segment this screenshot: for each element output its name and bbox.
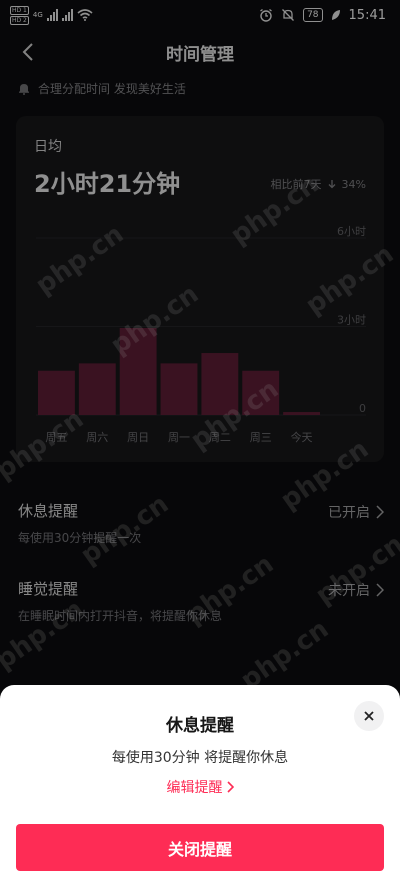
y-tick-label: 3小时 <box>337 314 366 327</box>
sheet-title: 休息提醒 <box>166 716 234 736</box>
network-type: 4G <box>32 11 43 19</box>
x-tick-label: 周三 <box>250 431 272 444</box>
status-bar: HD 1 HD 2 4G 78 15:41 <box>0 0 400 30</box>
y-tick-label: 0 <box>359 402 366 415</box>
mute-bell-icon <box>282 9 295 21</box>
signal-icon-2 <box>61 9 73 21</box>
nav-bar: 时间管理 <box>0 30 400 74</box>
leaf-icon <box>331 10 340 20</box>
hd-indicator: HD 1 HD 2 <box>10 5 29 25</box>
x-tick-label: 周日 <box>127 431 149 444</box>
chevron-left-icon <box>22 43 33 61</box>
clock: 15:41 <box>348 7 386 23</box>
page-title: 时间管理 <box>166 44 234 65</box>
x-tick-label: 周五 <box>45 431 67 444</box>
rest-reminder-status: 已开启 <box>328 502 384 522</box>
tip-line: 合理分配时间 发现美好生活 <box>18 80 186 97</box>
sleep-reminder-status-text: 未开启 <box>328 583 370 599</box>
chart-bar <box>201 353 239 415</box>
rest-reminder-subtitle: 每使用30分钟提醒一次 <box>18 531 142 545</box>
usage-card: 日均 2小时21分钟 相比前7天 34% 0 3小时 6小时 周五 周六 周日 周一 周二 周三… <box>16 116 384 462</box>
rest-reminder-status-text: 已开启 <box>328 505 370 521</box>
tip-text: 合理分配时间 发现美好生活 <box>38 82 186 96</box>
y-tick-label: 6小时 <box>337 225 366 238</box>
x-tick-label: 周二 <box>209 431 231 444</box>
chart-bar <box>119 327 157 415</box>
hd1-badge: HD 1 <box>10 5 29 15</box>
chart-bar <box>78 363 116 415</box>
close-reminder-button[interactable]: 关闭提醒 <box>16 824 384 871</box>
rest-reminder-row[interactable]: 休息提醒 每使用30分钟提醒一次 已开启 <box>18 500 384 546</box>
x-tick-label: 周六 <box>86 431 108 444</box>
chart-bar <box>160 363 198 415</box>
edit-reminder-label: 编辑提醒 <box>166 780 223 796</box>
chevron-right-icon <box>376 505 384 519</box>
chart-bar <box>242 370 280 415</box>
x-tick-label: 周一 <box>168 431 190 444</box>
battery-level: 78 <box>303 8 323 22</box>
hd2-badge: HD 2 <box>10 15 29 25</box>
usage-bar-chart: 0 3小时 6小时周五 周六 周日 周一 周二 周三 今天 <box>36 225 366 444</box>
sleep-reminder-status: 未开启 <box>328 580 384 600</box>
wifi-icon <box>77 9 93 21</box>
chevron-right-icon <box>376 583 384 597</box>
edit-reminder-link[interactable]: 编辑提醒 <box>0 777 400 797</box>
chart-bar <box>283 412 320 415</box>
sleep-reminder-row[interactable]: 睡觉提醒 在睡眠时间内打开抖音，将提醒你休息 未开启 <box>18 578 384 624</box>
bell-icon <box>19 84 29 95</box>
back-button[interactable] <box>14 38 42 66</box>
sleep-reminder-subtitle: 在睡眠时间内打开抖音，将提醒你休息 <box>18 609 223 623</box>
chart-bar <box>38 370 75 415</box>
signal-icon <box>46 9 58 21</box>
chevron-right-icon <box>226 781 234 793</box>
alarm-icon <box>260 8 272 22</box>
sheet-description: 每使用30分钟 将提醒你休息 <box>111 750 289 766</box>
rest-reminder-sheet: 休息提醒 每使用30分钟 将提醒你休息 编辑提醒 关闭提醒 <box>0 685 400 888</box>
watermark: php.cn <box>235 614 335 696</box>
x-tick-label: 今天 <box>291 430 313 444</box>
